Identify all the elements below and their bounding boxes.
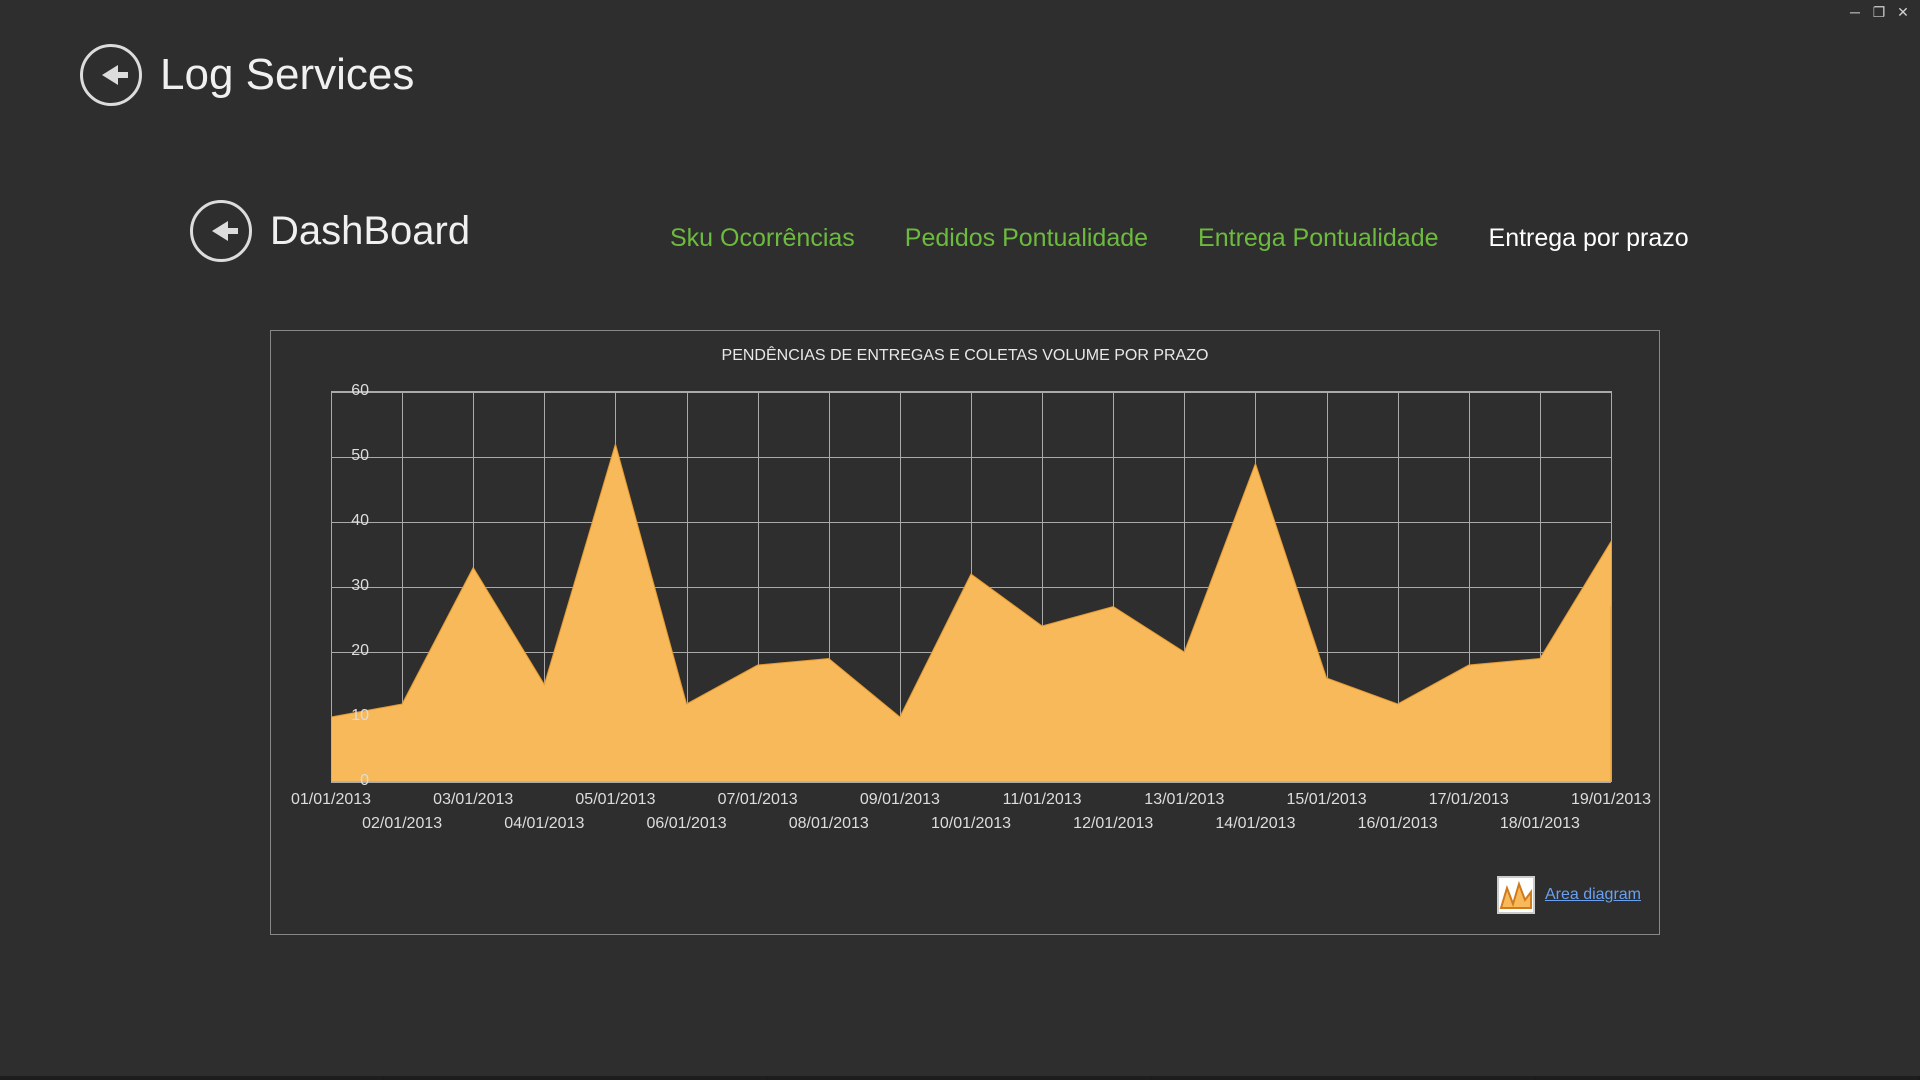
y-tick-label: 40 [351,512,369,530]
chart-title: PENDÊNCIAS DE ENTREGAS E COLETAS VOLUME … [271,331,1659,365]
x-tick-label: 10/01/2013 [931,815,1011,833]
y-tick-label: 0 [360,772,369,790]
x-tick-label: 01/01/2013 [291,791,371,809]
app-title: Log Services [160,50,414,100]
x-tick-label: 15/01/2013 [1287,791,1367,809]
x-tick-label: 17/01/2013 [1429,791,1509,809]
x-tick-label: 04/01/2013 [504,815,584,833]
arrow-left-icon [212,221,228,241]
back-button-page[interactable] [190,200,252,262]
area-series [331,392,1611,782]
x-tick-label: 03/01/2013 [433,791,513,809]
x-tick-label: 12/01/2013 [1073,815,1153,833]
chart-legend: Area diagram [1497,876,1641,914]
chart-plot-area [331,391,1612,782]
y-tick-label: 20 [351,642,369,660]
minimize-button[interactable]: ─ [1844,2,1866,22]
tab-sku-ocorrencias[interactable]: Sku Ocorrências [670,224,855,253]
close-button[interactable]: ✕ [1892,2,1914,22]
window-titlebar: ─ ❐ ✕ [1914,0,1920,26]
page-title: DashBoard [270,209,470,254]
y-tick-label: 60 [351,382,369,400]
chart-panel: PENDÊNCIAS DE ENTREGAS E COLETAS VOLUME … [270,330,1660,935]
tab-bar: Sku Ocorrências Pedidos Pontualidade Ent… [670,224,1689,253]
x-tick-label: 07/01/2013 [718,791,798,809]
x-tick-label: 14/01/2013 [1215,815,1295,833]
x-tick-label: 18/01/2013 [1500,815,1580,833]
tab-entrega-pontualidade[interactable]: Entrega Pontualidade [1198,224,1438,253]
x-tick-label: 19/01/2013 [1571,791,1651,809]
area-diagram-icon [1497,876,1535,914]
taskbar [0,1076,1920,1080]
x-tick-label: 11/01/2013 [1003,791,1082,809]
legend-link-area-diagram[interactable]: Area diagram [1545,886,1641,904]
y-tick-label: 30 [351,577,369,595]
y-tick-label: 10 [351,707,369,725]
x-tick-label: 16/01/2013 [1358,815,1438,833]
x-tick-label: 06/01/2013 [647,815,727,833]
back-button-app[interactable] [80,44,142,106]
app-header: Log Services [80,44,414,106]
x-tick-label: 13/01/2013 [1144,791,1224,809]
x-tick-label: 09/01/2013 [860,791,940,809]
tab-pedidos-pontualidade[interactable]: Pedidos Pontualidade [905,224,1148,253]
page-header: DashBoard [190,200,470,262]
x-tick-label: 02/01/2013 [362,815,442,833]
x-tick-label: 05/01/2013 [575,791,655,809]
arrow-left-icon [102,65,118,85]
maximize-button[interactable]: ❐ [1868,2,1890,22]
tab-entrega-por-prazo[interactable]: Entrega por prazo [1489,224,1689,253]
x-tick-label: 08/01/2013 [789,815,869,833]
y-tick-label: 50 [351,447,369,465]
